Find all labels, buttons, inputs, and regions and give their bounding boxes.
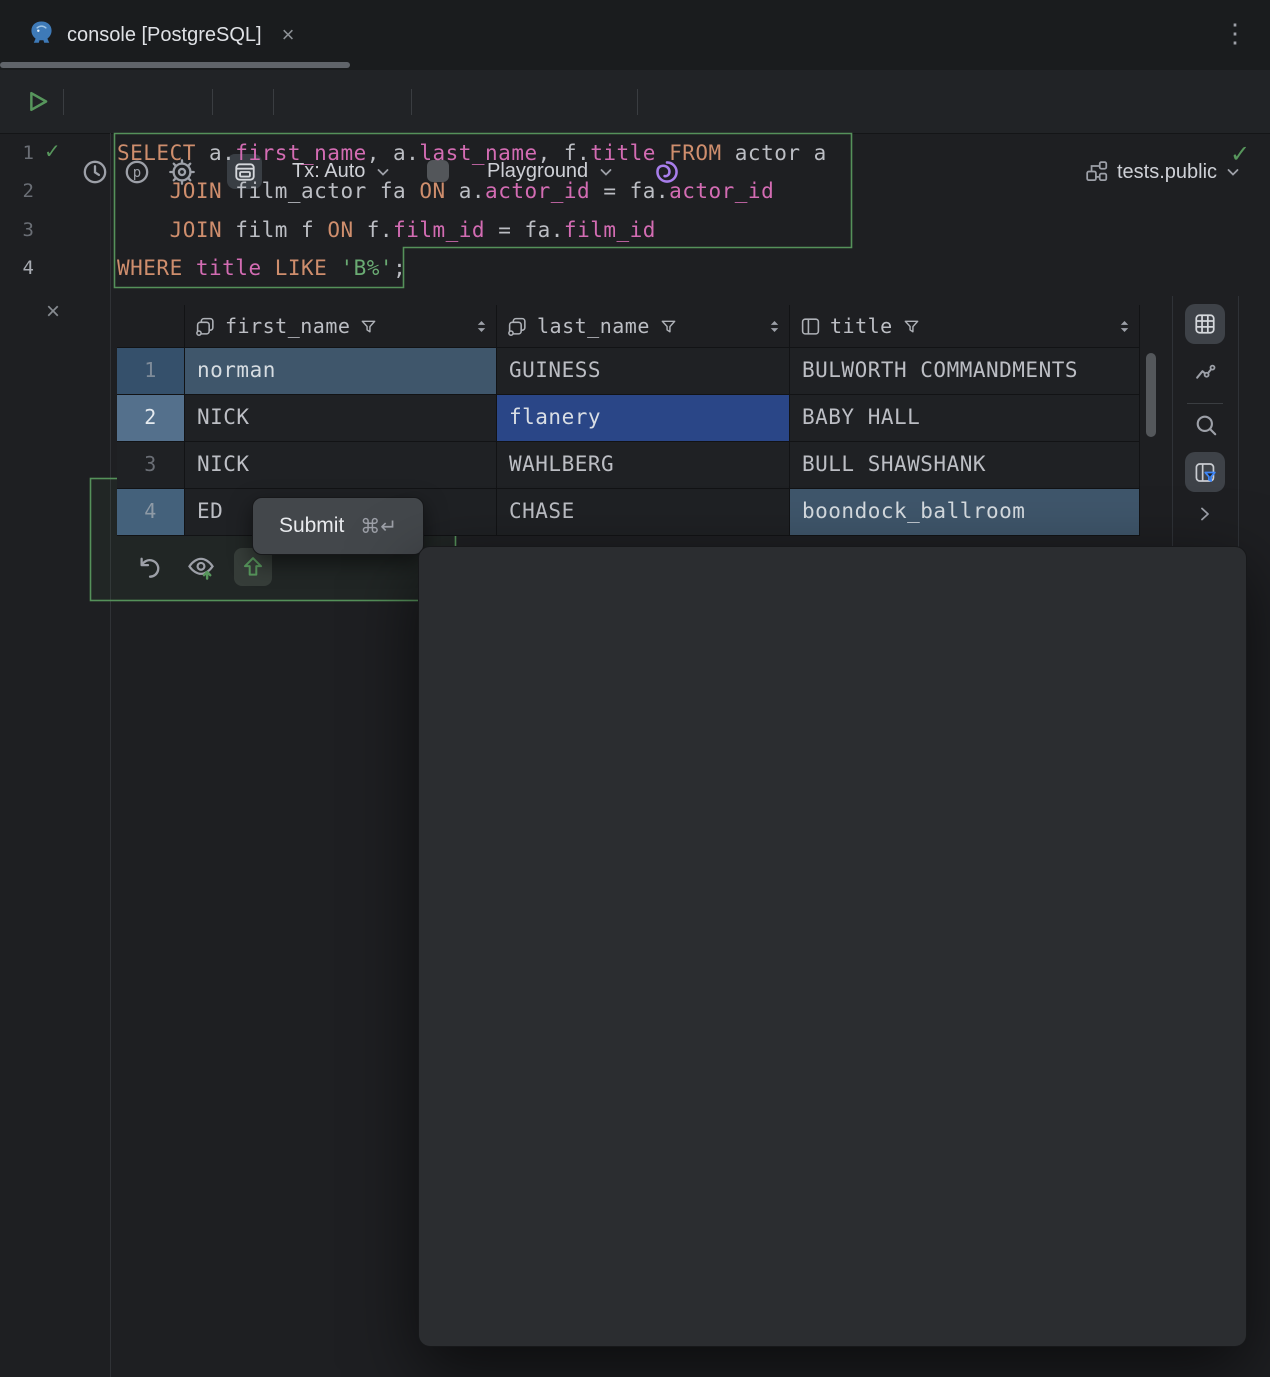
history-button[interactable] [81,158,109,186]
line-end-check-icon: ✓ [1230,136,1250,174]
chart-view-button[interactable] [1193,357,1219,383]
sql-line-1: SELECT a.first_name, a.last_name, f.titl… [117,134,827,172]
table-row: 2NICKflaneryBABY HALL [117,395,1140,442]
schema-label: tests.public [1117,161,1217,184]
sort-arrows-icon[interactable] [473,318,490,335]
column-header-first-name[interactable]: first_name [185,305,497,348]
expand-strip-chevron[interactable] [1194,503,1216,525]
cell-title[interactable]: BULWORTH COMMANDMENTS [790,348,1140,395]
chevron-right-icon [1194,503,1216,525]
text-column-icon [507,316,528,337]
strip-divider [1187,403,1223,404]
sort-arrows-icon[interactable] [1116,318,1133,335]
column-header-last-name[interactable]: last_name [497,305,790,348]
row-number[interactable]: 3 [117,442,185,489]
gutter-divider [110,133,111,1377]
results-close-icon[interactable]: × [46,300,60,324]
cell-title[interactable]: BABY HALL [790,395,1140,442]
column-icon [800,316,821,337]
line-number: 3 [4,211,34,249]
filter-panel-button[interactable] [1185,452,1225,492]
row-number[interactable]: 2 [117,395,185,442]
line-number: 1 [4,134,34,172]
column-header-title[interactable]: title [790,305,1140,348]
cell-title[interactable]: boondock_ballroom [790,489,1140,536]
toolbar-separator [411,89,412,115]
run-button[interactable] [24,88,51,115]
revert-changes-button[interactable] [130,548,168,586]
row-number[interactable]: 1 [117,348,185,395]
table-row: 3NICKWAHLBERGBULL SHAWSHANK [117,442,1140,489]
cell-first_name[interactable]: norman [185,348,497,395]
filter-funnel-icon[interactable] [659,317,678,336]
table-view-button[interactable] [1185,304,1225,344]
toolbar-separator [63,89,64,115]
row-number[interactable]: 4 [117,489,185,536]
cell-last_name[interactable]: flanery [497,395,790,442]
pending-changes-toolbar [130,548,272,586]
toolbar-separator [637,89,638,115]
submit-arrow-icon [240,554,266,580]
column-name: first_name [225,314,350,338]
cell-title[interactable]: BULL SHAWSHANK [790,442,1140,489]
filter-panel-icon [1193,460,1218,485]
sql-editor[interactable]: SELECT a.first_name, a.last_name, f.titl… [117,134,827,288]
schema-switcher[interactable]: tests.public [1085,160,1241,184]
statement-success-check-icon: ✓ [44,133,61,171]
sql-line-4: WHERE title LIKE 'B%'; [117,249,827,287]
search-icon [1193,412,1219,438]
tab-console-postgresql[interactable]: console [PostgreSQL] × [14,8,308,62]
sort-arrows-icon[interactable] [766,318,783,335]
tooltip-label: Submit [279,514,344,538]
chart-icon [1193,357,1219,383]
eye-preview-icon [186,552,216,582]
console-toolbar: p Tx: Auto Playground tests.public [0,70,1270,134]
tab-title: console [PostgreSQL] [67,24,262,47]
results-vertical-scrollbar[interactable] [1146,353,1156,437]
cell-last_name[interactable]: GUINESS [497,348,790,395]
undo-icon [135,553,163,581]
app-window: console [PostgreSQL] × ⋮ p Tx: Auto [0,0,1270,1377]
column-name: last_name [537,314,650,338]
filter-funnel-icon[interactable] [902,317,921,336]
more-options-icon[interactable]: ⋮ [1222,20,1248,46]
cell-first_name[interactable]: NICK [185,395,497,442]
filter-funnel-icon[interactable] [359,317,378,336]
cell-last_name[interactable]: WAHLBERG [497,442,790,489]
tab-close-icon[interactable]: × [282,24,295,46]
search-button[interactable] [1193,412,1219,438]
tooltip-shortcut: ⌘↵ [360,514,397,539]
table-row: 1normanGUINESSBULWORTH COMMANDMENTS [117,348,1140,395]
grid-header-row: first_name last_name title [117,305,1140,348]
dml-preview-dialog [418,546,1247,1347]
column-name: title [830,314,893,338]
sql-line-3: JOIN film f ON f.film_id = fa.film_id [117,211,827,249]
schema-icon [1085,160,1109,184]
line-number: 4 [4,249,34,287]
sql-line-2: JOIN film_actor fa ON a.actor_id = fa.ac… [117,172,827,210]
line-number: 2 [4,172,34,210]
cell-last_name[interactable]: CHASE [497,489,790,536]
row-number-header [117,305,185,348]
toolbar-separator [212,89,213,115]
text-column-icon [195,316,216,337]
preview-dml-button[interactable] [182,548,220,586]
results-side-toolbar [1172,296,1239,558]
grid-icon [1193,312,1217,336]
tab-scrollbar[interactable] [0,62,350,68]
toolbar-separator [273,89,274,115]
cell-first_name[interactable]: NICK [185,442,497,489]
postgresql-elephant-icon [28,19,55,51]
submit-tooltip: Submit ⌘↵ [252,497,424,555]
tab-bar: console [PostgreSQL] × ⋮ [0,0,1270,70]
